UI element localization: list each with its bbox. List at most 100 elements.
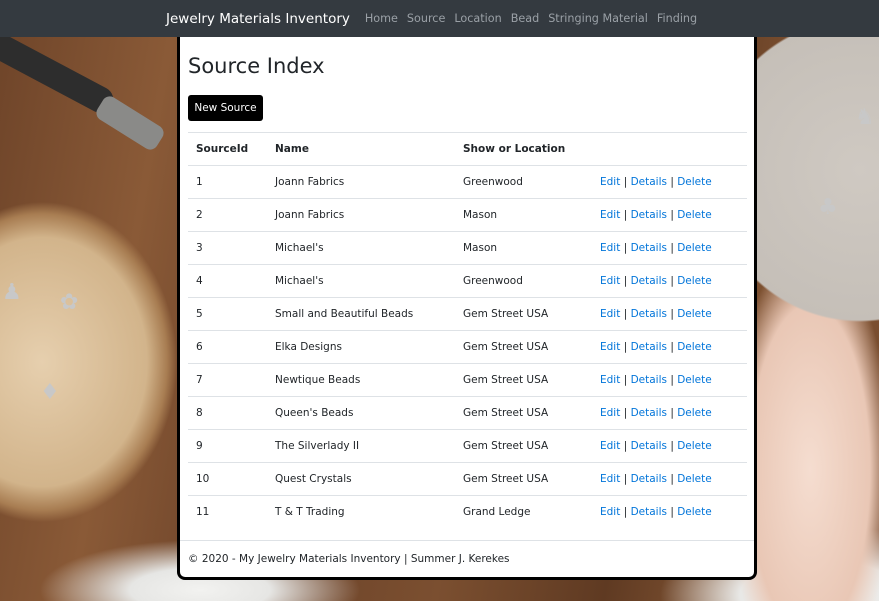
cell-location: Greenwood bbox=[455, 165, 592, 199]
column-header-actions bbox=[592, 132, 747, 166]
separator: | bbox=[670, 176, 674, 188]
nav-link-home[interactable]: Home bbox=[365, 12, 398, 25]
page-title: Source Index bbox=[188, 54, 325, 78]
column-header-sourceid: SourceId bbox=[188, 132, 267, 166]
cell-actions: Edit | Details | Delete bbox=[592, 198, 747, 232]
edit-link[interactable]: Edit bbox=[600, 341, 620, 353]
details-link[interactable]: Details bbox=[631, 506, 667, 518]
nav-link-bead[interactable]: Bead bbox=[511, 12, 540, 25]
separator: | bbox=[670, 506, 674, 519]
cell-location: Gem Street USA bbox=[455, 462, 592, 496]
charm-icon: ♦ bbox=[40, 380, 60, 405]
separator: | bbox=[670, 407, 674, 419]
cell-source-id: 11 bbox=[188, 495, 267, 529]
table-row: 8 Queen's Beads Gem Street USA Edit | Detai… bbox=[188, 396, 747, 430]
table-row: 4 Michael's Greenwood Edit | Details | Dele… bbox=[188, 264, 747, 298]
cell-name: Queen's Beads bbox=[267, 396, 455, 430]
column-header-name: Name bbox=[267, 132, 455, 166]
separator: | bbox=[670, 440, 674, 452]
cell-name: The Silverlady II bbox=[267, 429, 455, 463]
cell-source-id: 1 bbox=[188, 165, 267, 199]
separator: | bbox=[623, 242, 628, 254]
cell-source-id: 10 bbox=[188, 462, 267, 496]
separator: | bbox=[670, 473, 674, 485]
page-footer: © 2020 - My Jewelry Materials Inventory … bbox=[180, 540, 754, 565]
edit-link[interactable]: Edit bbox=[600, 407, 620, 419]
content-panel: Source Index New Source SourceId Name Sh… bbox=[177, 37, 757, 580]
cell-actions: Edit | Details | Delete bbox=[592, 495, 747, 529]
details-link[interactable]: Details bbox=[631, 308, 667, 320]
cell-source-id: 2 bbox=[188, 198, 267, 232]
separator: | bbox=[623, 308, 628, 320]
nav-link-source[interactable]: Source bbox=[407, 12, 445, 25]
cell-location: Grand Ledge bbox=[455, 495, 592, 529]
delete-link[interactable]: Delete bbox=[677, 506, 712, 518]
details-link[interactable]: Details bbox=[631, 242, 667, 254]
top-navbar: Jewelry Materials Inventory Home Source … bbox=[0, 0, 879, 37]
separator: | bbox=[623, 407, 628, 419]
nav-link-finding[interactable]: Finding bbox=[657, 12, 697, 25]
cell-actions: Edit | Details | Delete bbox=[592, 264, 747, 298]
cell-actions: Edit | Details | Delete bbox=[592, 165, 747, 199]
charm-icon: ♣ bbox=[818, 195, 838, 220]
details-link[interactable]: Details bbox=[631, 176, 667, 188]
nav-link-stringing-material[interactable]: Stringing Material bbox=[548, 12, 648, 25]
delete-link[interactable]: Delete bbox=[677, 473, 712, 485]
separator: | bbox=[623, 506, 628, 519]
brand-link[interactable]: Jewelry Materials Inventory bbox=[166, 11, 350, 27]
table-row: 10 Quest Crystals Gem Street USA Edit | Det… bbox=[188, 462, 747, 496]
edit-link[interactable]: Edit bbox=[600, 275, 620, 287]
cell-location: Mason bbox=[455, 231, 592, 265]
separator: | bbox=[670, 341, 674, 353]
charm-icon: ✿ bbox=[60, 290, 79, 315]
cell-name: Joann Fabrics bbox=[267, 198, 455, 232]
delete-link[interactable]: Delete bbox=[677, 440, 712, 452]
delete-link[interactable]: Delete bbox=[677, 242, 712, 254]
details-link[interactable]: Details bbox=[631, 374, 667, 386]
cell-actions: Edit | Details | Delete bbox=[592, 330, 747, 364]
cell-name: Newtique Beads bbox=[267, 363, 455, 397]
delete-link[interactable]: Delete bbox=[677, 209, 712, 221]
delete-link[interactable]: Delete bbox=[677, 407, 712, 419]
edit-link[interactable]: Edit bbox=[600, 374, 620, 386]
separator: | bbox=[623, 440, 628, 452]
edit-link[interactable]: Edit bbox=[600, 242, 620, 254]
separator: | bbox=[623, 209, 628, 221]
separator: | bbox=[670, 308, 674, 320]
delete-link[interactable]: Delete bbox=[677, 308, 712, 320]
cell-location: Mason bbox=[455, 198, 592, 232]
details-link[interactable]: Details bbox=[631, 275, 667, 287]
edit-link[interactable]: Edit bbox=[600, 209, 620, 221]
cell-source-id: 9 bbox=[188, 429, 267, 463]
edit-link[interactable]: Edit bbox=[600, 440, 620, 452]
cell-name: Michael's bbox=[267, 264, 455, 298]
table-row: 11 T & T Trading Grand Ledge Edit | Details… bbox=[188, 495, 747, 529]
footer-text: © 2020 - My Jewelry Materials Inventory … bbox=[188, 553, 510, 565]
column-header-location: Show or Location bbox=[455, 132, 592, 166]
details-link[interactable]: Details bbox=[631, 407, 667, 419]
new-source-button[interactable]: New Source bbox=[188, 95, 263, 121]
details-link[interactable]: Details bbox=[631, 440, 667, 452]
pliers-head-decoration bbox=[93, 93, 167, 153]
table-row: 1 Joann Fabrics Greenwood Edit | Details | … bbox=[188, 165, 747, 199]
details-link[interactable]: Details bbox=[631, 209, 667, 221]
delete-link[interactable]: Delete bbox=[677, 275, 712, 287]
nav-link-location[interactable]: Location bbox=[454, 12, 501, 25]
edit-link[interactable]: Edit bbox=[600, 506, 620, 518]
cell-actions: Edit | Details | Delete bbox=[592, 231, 747, 265]
edit-link[interactable]: Edit bbox=[600, 473, 620, 485]
edit-link[interactable]: Edit bbox=[600, 308, 620, 320]
cell-location: Greenwood bbox=[455, 264, 592, 298]
edit-link[interactable]: Edit bbox=[600, 176, 620, 188]
cell-source-id: 7 bbox=[188, 363, 267, 397]
delete-link[interactable]: Delete bbox=[677, 341, 712, 353]
details-link[interactable]: Details bbox=[631, 473, 667, 485]
details-link[interactable]: Details bbox=[631, 341, 667, 353]
separator: | bbox=[623, 176, 628, 188]
separator: | bbox=[623, 374, 628, 386]
delete-link[interactable]: Delete bbox=[677, 374, 712, 386]
separator: | bbox=[670, 209, 674, 221]
table-row: 7 Newtique Beads Gem Street USA Edit | Deta… bbox=[188, 363, 747, 397]
delete-link[interactable]: Delete bbox=[677, 176, 712, 188]
cell-name: Small and Beautiful Beads bbox=[267, 297, 455, 331]
